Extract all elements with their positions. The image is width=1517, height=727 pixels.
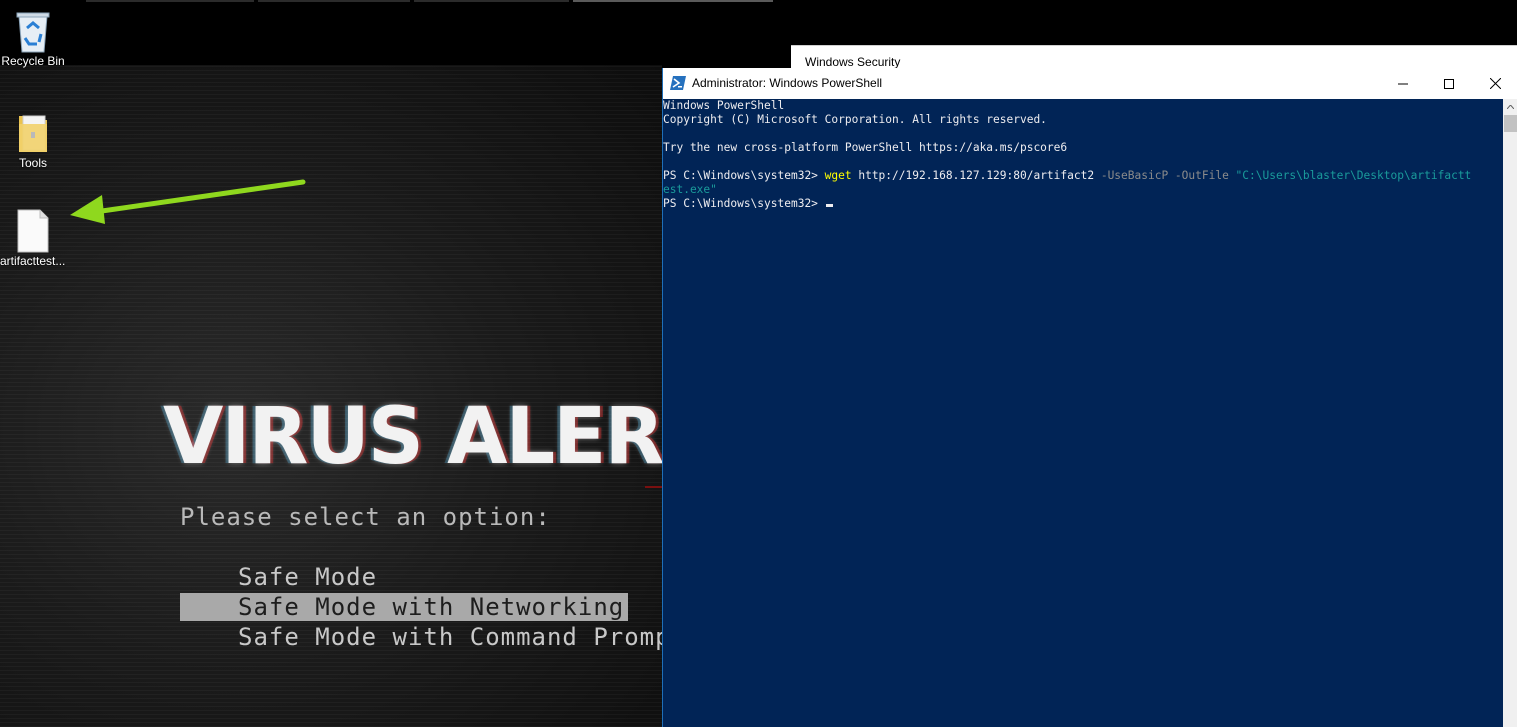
console-banner-line: Copyright (C) Microsoft Corporation. All…: [663, 113, 1047, 126]
windows-security-title: Windows Security: [805, 55, 901, 69]
console-cmdlet: wget: [824, 169, 852, 182]
console-banner-line: Windows PowerShell: [663, 99, 785, 112]
close-button[interactable]: [1472, 68, 1517, 99]
console-prompt: PS C:\Windows\system32>: [663, 197, 825, 210]
console-banner-line: Try the new cross-platform PowerShell ht…: [663, 141, 1068, 154]
top-strip-segment: [86, 0, 254, 2]
console-url: http://192.168.127.129:80/artifact2: [851, 169, 1101, 182]
maximize-button[interactable]: [1426, 68, 1472, 99]
console-string-wrap: est.exe": [663, 183, 717, 196]
console-scrollbar[interactable]: [1503, 99, 1517, 727]
powershell-window[interactable]: Administrator: Windows PowerShell Window…: [662, 68, 1517, 727]
console-prompt: PS C:\Windows\system32>: [663, 169, 825, 182]
wallpaper-option: Safe Mode: [238, 563, 378, 591]
console-string: "C:\Users\blaster\Desktop\artifactt: [1235, 169, 1472, 182]
powershell-titlebar[interactable]: Administrator: Windows PowerShell: [663, 68, 1517, 99]
folder-icon: [19, 115, 47, 152]
artifact-file-label: artifacttest....: [0, 254, 66, 268]
minimize-icon: [1398, 83, 1408, 84]
recycle-bin-shortcut[interactable]: Recycle Bin: [0, 8, 66, 68]
maximize-icon: [1444, 78, 1454, 89]
console-param: -UseBasicP: [1100, 169, 1169, 182]
wallpaper-option: Safe Mode with Command Promp: [238, 623, 662, 651]
recycle-bin-label: Recycle Bin: [1, 54, 65, 68]
recycle-bin-icon: [16, 12, 50, 53]
scroll-up-button[interactable]: [1503, 99, 1517, 115]
powershell-console[interactable]: Windows PowerShell Copyright (C) Microso…: [663, 99, 1503, 727]
tools-folder-shortcut[interactable]: Tools: [0, 110, 66, 170]
alert-red-stripe: [645, 486, 662, 488]
chevron-up-icon: [1507, 105, 1514, 109]
desktop-wallpaper: VIRUS ALER Please select an option: Safe…: [0, 65, 662, 727]
minimize-button[interactable]: [1380, 68, 1426, 99]
console-command-line: PS C:\Windows\system32> wget http://192.…: [663, 169, 1471, 183]
text-cursor: [825, 204, 833, 207]
wallpaper-option-selected: Safe Mode with Networking: [180, 593, 629, 621]
top-strip-segment: [414, 0, 569, 2]
close-icon: [1489, 78, 1501, 89]
artifact-file-shortcut[interactable]: artifacttest....: [0, 208, 66, 268]
virus-alert-title: VIRUS ALER: [163, 392, 662, 482]
powershell-title: Administrator: Windows PowerShell: [692, 76, 883, 90]
annotation-arrow-icon: [70, 179, 306, 224]
console-param: -OutFile: [1168, 169, 1236, 182]
powershell-icon: [670, 76, 686, 90]
wallpaper-prompt: Please select an option:: [180, 503, 551, 531]
scroll-thumb[interactable]: [1504, 115, 1517, 132]
top-strip-segment: [258, 0, 410, 2]
top-strip-segment-active: [573, 0, 773, 2]
console-current-prompt[interactable]: PS C:\Windows\system32>: [663, 197, 833, 211]
file-icon: [17, 209, 49, 253]
tools-label: Tools: [18, 156, 47, 170]
